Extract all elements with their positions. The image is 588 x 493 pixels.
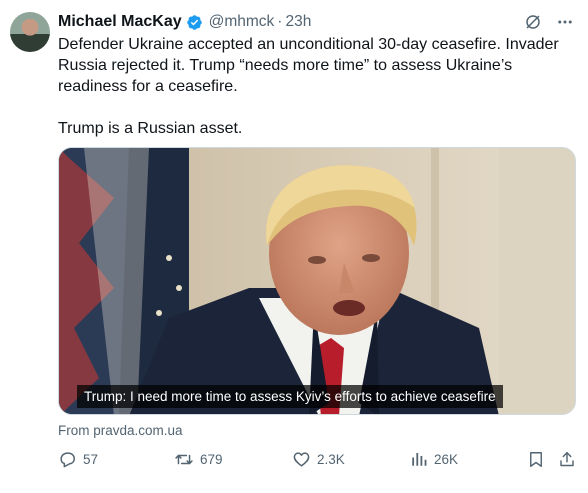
- tweet-text: Defender Ukraine accepted an uncondition…: [58, 36, 559, 137]
- separator-dot: ·: [277, 13, 283, 30]
- reply-icon: [58, 450, 77, 469]
- tweet-actions: 57 679 2.3K 26K: [58, 450, 578, 474]
- video-media[interactable]: Trump: I need more time to assess Kyiv’s…: [58, 147, 576, 415]
- media-source-link[interactable]: From pravda.com.ua: [58, 423, 183, 438]
- like-count: 2.3K: [317, 452, 345, 467]
- repost-count: 679: [200, 452, 223, 467]
- reply-count: 57: [83, 452, 99, 467]
- repost-button[interactable]: 679: [174, 450, 223, 469]
- tweet[interactable]: Michael MacKay @mhmck · 23h Defender Ukr…: [0, 0, 588, 493]
- avatar[interactable]: [10, 12, 50, 52]
- reply-button[interactable]: 57: [58, 450, 98, 469]
- share-icon: [558, 450, 576, 469]
- share-button[interactable]: [558, 450, 576, 469]
- grok-icon[interactable]: [524, 13, 542, 31]
- more-options-icon[interactable]: [556, 13, 574, 31]
- repost-icon: [174, 450, 194, 469]
- timestamp[interactable]: 23h: [285, 13, 311, 31]
- like-button[interactable]: 2.3K: [292, 450, 345, 469]
- video-frame: [59, 148, 575, 414]
- view-count: 26K: [434, 451, 459, 467]
- bookmark-button[interactable]: [527, 450, 545, 469]
- tweet-header: Michael MacKay @mhmck · 23h: [58, 11, 311, 33]
- views-button[interactable]: 26K: [410, 450, 458, 468]
- tweet-menu: [524, 13, 574, 31]
- verified-badge-icon: [186, 14, 203, 31]
- video-caption: Trump: I need more time to assess Kyiv’s…: [77, 385, 503, 408]
- views-chart-icon: [410, 450, 428, 468]
- author-handle[interactable]: @mhmck: [209, 13, 275, 31]
- heart-icon: [292, 450, 311, 469]
- author-name[interactable]: Michael MacKay: [58, 13, 182, 31]
- bookmark-icon: [527, 450, 545, 469]
